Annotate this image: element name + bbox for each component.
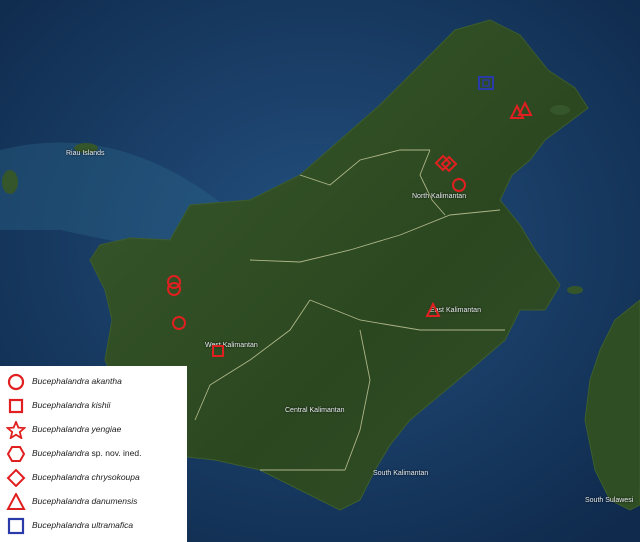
triangle-icon	[6, 493, 26, 510]
marker-ultramafica[interactable]	[477, 74, 495, 92]
island	[2, 170, 18, 194]
legend-label: Bucephalandra ultramafica	[32, 520, 134, 530]
legend-label: Bucephalandra danumensis	[32, 496, 138, 506]
map[interactable]: Riau Islands North Kalimantan East Kalim…	[0, 0, 640, 542]
legend-item: Bucephalandra akantha	[0, 371, 187, 393]
marker-akantha[interactable]	[451, 177, 467, 193]
legend-item: Bucephalandra danumensis	[0, 491, 187, 513]
square-icon	[8, 398, 24, 414]
label-north-kalimantan: North Kalimantan	[412, 193, 467, 200]
diamond-icon	[6, 469, 26, 487]
legend-label: Bucephalandra yengiae	[32, 424, 122, 434]
legend-label: Bucephalandra sp. nov. ined.	[32, 448, 142, 458]
island	[567, 286, 583, 294]
label-south-kalimantan: South Kalimantan	[373, 470, 429, 477]
legend-item: Bucephalandra sp. nov. ined.	[0, 443, 187, 465]
square-icon	[7, 517, 25, 535]
hexagon-icon	[6, 446, 26, 462]
legend-label: Bucephalandra chrysokoupa	[32, 472, 140, 482]
marker-akantha[interactable]	[171, 315, 187, 331]
legend: Bucephalandra akantha Bucephalandra kish…	[0, 366, 187, 542]
marker-danumensis[interactable]	[517, 101, 533, 117]
star-icon	[6, 421, 26, 439]
legend-item: Bucephalandra kishii	[0, 395, 187, 417]
label-central-kalimantan: Central Kalimantan	[285, 407, 345, 414]
legend-item: Bucephalandra yengiae	[0, 419, 187, 441]
label-riau-islands: Riau Islands	[66, 150, 105, 157]
marker-akantha[interactable]	[166, 281, 182, 297]
island	[550, 105, 570, 115]
marker-danumensis[interactable]	[425, 302, 441, 318]
label-south-sulawesi: South Sulawesi	[585, 497, 634, 504]
legend-label: Bucephalandra kishii	[32, 400, 111, 410]
legend-item: Bucephalandra chrysokoupa	[0, 467, 187, 489]
legend-label: Bucephalandra akantha	[32, 376, 122, 386]
circle-icon	[7, 373, 25, 391]
marker-kishii[interactable]	[210, 343, 226, 359]
legend-item: Bucephalandra ultramafica	[0, 515, 187, 537]
marker-chrysokoupa[interactable]	[440, 155, 458, 173]
